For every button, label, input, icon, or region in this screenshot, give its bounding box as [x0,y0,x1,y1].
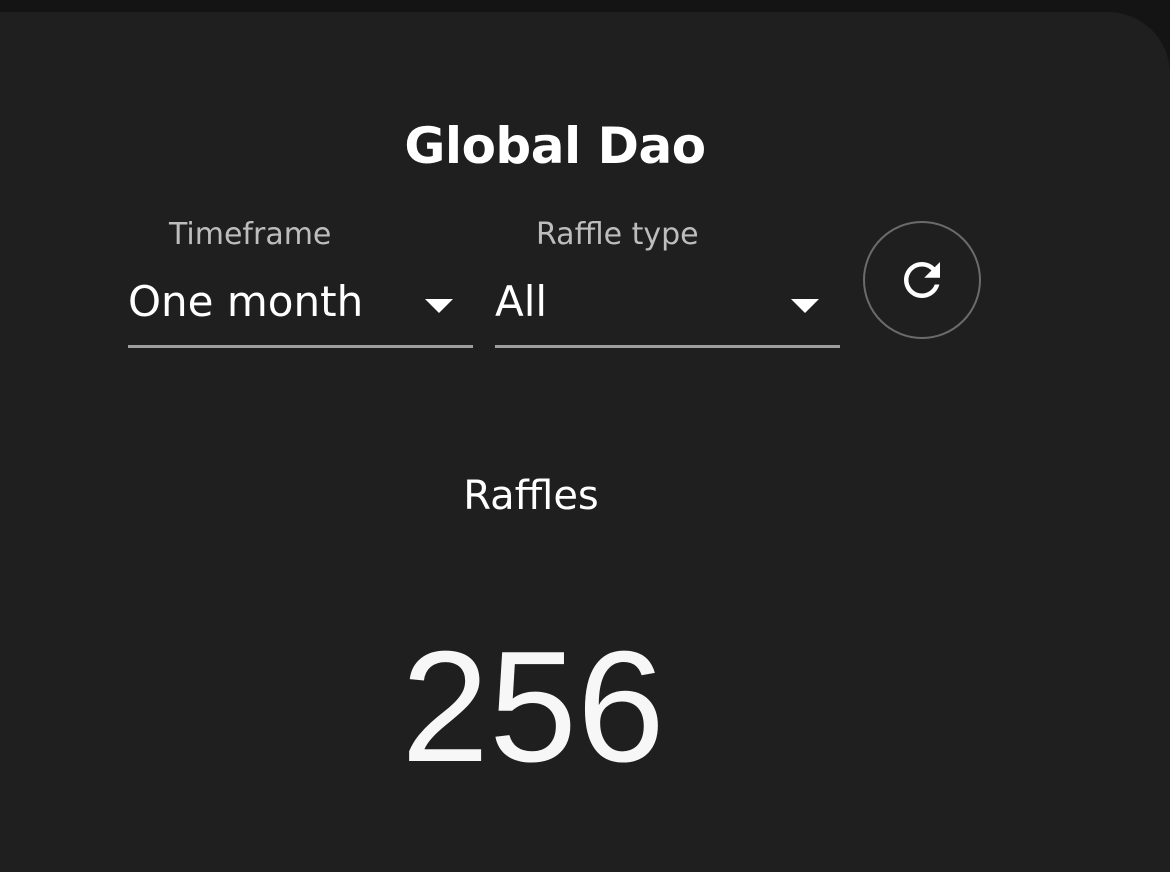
refresh-icon [904,262,940,298]
timeframe-value: One month [128,277,364,326]
chevron-down-icon [791,299,819,313]
raffles-label: Raffles [463,473,599,519]
timeframe-select[interactable]: One month [128,270,473,348]
raffle-type-value: All [495,277,548,326]
raffle-type-label: Raffle type [536,217,699,252]
timeframe-label: Timeframe [169,217,332,252]
raffle-type-select[interactable]: All [495,270,840,348]
refresh-button[interactable] [863,221,981,339]
chevron-down-icon [425,299,453,313]
page-title: Global Dao [404,117,706,175]
raffles-count: 256 [401,619,665,795]
stats-card: Global Dao Timeframe One month Raffle ty… [0,12,1170,872]
